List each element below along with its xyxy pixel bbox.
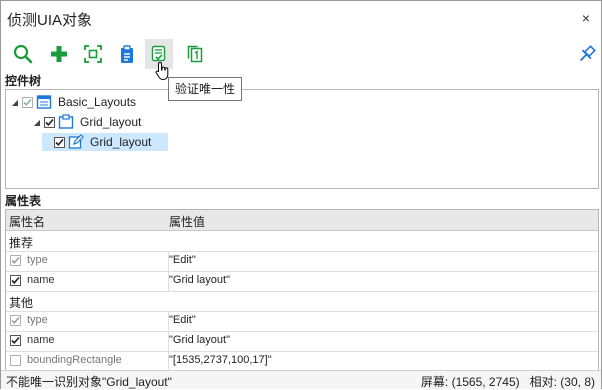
property-checkbox[interactable] [10,335,21,346]
group-label: 推荐 [9,236,34,250]
props-section-label: 属性表 [5,194,42,208]
col-header-name: 属性名 [9,215,46,229]
close-icon[interactable]: × [579,11,593,25]
window-title: 侦测UIA对象 [7,12,93,29]
add-button[interactable] [45,39,73,69]
property-name: type [27,254,48,266]
pin-icon [579,45,596,62]
property-checkbox[interactable] [10,255,21,266]
group-label: 其他 [9,296,34,310]
tree-checkbox[interactable] [44,116,55,128]
property-name: boundingRectangle [27,354,122,366]
title-bar: 侦测UIA对象 × [1,1,601,35]
property-value: "[1535,2737,100,17]" [169,354,272,366]
expand-arrow-icon[interactable]: ◢ [32,118,42,127]
property-checkbox[interactable] [10,315,21,326]
window-icon [36,94,52,110]
pin-button[interactable] [573,39,601,69]
property-checkbox[interactable] [10,355,21,366]
status-message: 不能唯一识别对象"Grid_layout" [6,375,172,389]
search-icon [13,44,33,64]
col-header-value: 属性值 [169,215,206,229]
toolbar [1,37,601,71]
property-value: "Edit" [169,314,196,326]
status-coords: 屏幕: (1565, 2745) 相对: (30, 8) [411,373,595,390]
tree-checkbox[interactable] [54,136,65,148]
tree-node-label: Grid_layout [90,135,152,149]
property-name: type [27,314,48,326]
copy-index-button[interactable] [181,39,209,69]
property-name: name [27,334,55,346]
tree-node-grid-layout[interactable]: ◢ Grid_layout [32,113,141,131]
tree-section-label: 控件树 [5,74,42,88]
capture-icon [84,45,102,63]
property-table: 属性名 属性值 推荐 type "Edit" name "Grid layout… [5,209,599,371]
tree-node-label: Basic_Layouts [58,95,137,109]
mouse-cursor-icon [155,61,169,80]
status-bar: 不能唯一识别对象"Grid_layout" 屏幕: (1565, 2745) 相对… [1,370,601,389]
tree-node-basic-layouts[interactable]: ◢ Basic_Layouts [10,93,136,111]
search-button[interactable] [9,39,37,69]
relative-coords: 相对: (30, 8) [529,375,595,389]
table-row: name "Grid layout" [6,271,598,292]
tree-checkbox[interactable] [22,96,33,108]
add-icon [51,46,67,62]
property-value: "Grid layout" [169,274,230,286]
expand-arrow-icon[interactable]: ◢ [10,98,20,107]
clipboard-icon [121,45,133,63]
control-tree[interactable]: ◢ Basic_Layouts ◢ Grid_layout ◢ Grid_lay… [5,89,599,189]
uia-detect-window: 侦测UIA对象 × 验证唯一性 控件树 ◢ Basic_Layouts ◢ Gr… [0,0,602,389]
group-row: 推荐 [6,231,598,252]
screen-coords: 屏幕: (1565, 2745) [420,375,520,389]
copy-index-icon [187,45,203,63]
property-value: "Grid layout" [169,334,230,346]
property-value: "Edit" [169,254,196,266]
property-checkbox[interactable] [10,275,21,286]
property-name: name [27,274,55,286]
edit-icon [68,134,84,150]
table-header: 属性名 属性值 [6,210,598,231]
group-row: 其他 [6,291,598,312]
table-row: type "Edit" [6,251,598,272]
tree-node-grid-layout-edit[interactable]: ◢ Grid_layout [42,133,168,151]
tree-node-label: Grid_layout [80,115,142,129]
clipboard-button[interactable] [113,39,141,69]
table-row: boundingRectangle "[1535,2737,100,17]" [6,351,598,370]
grid-icon [58,114,74,130]
verify-tooltip: 验证唯一性 [168,77,243,101]
table-row: name "Grid layout" [6,331,598,352]
capture-button[interactable] [79,39,107,69]
table-row: type "Edit" [6,311,598,332]
